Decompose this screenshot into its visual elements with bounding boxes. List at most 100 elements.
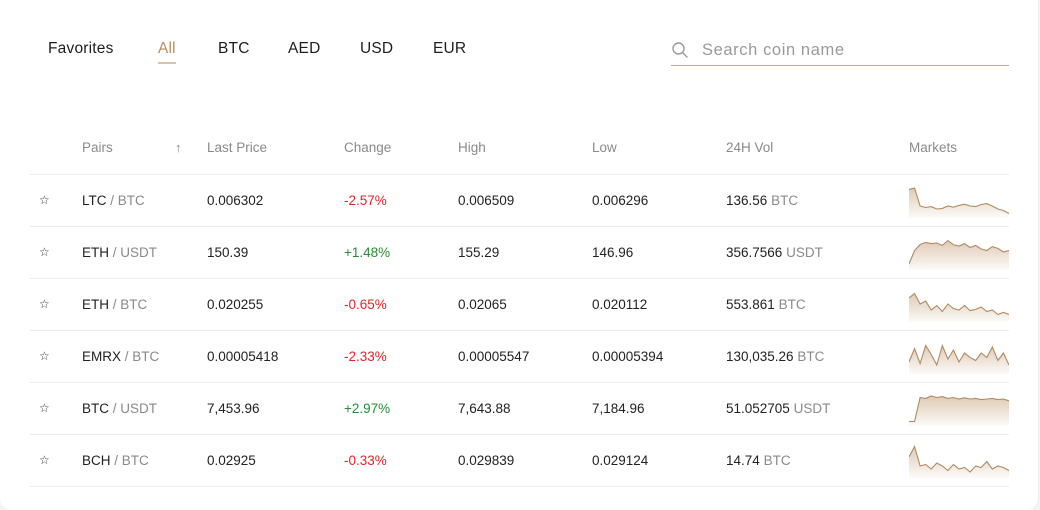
low-price: 0.029124: [592, 453, 649, 468]
market-sparkline: [909, 395, 1009, 426]
volume-value: 136.56: [726, 193, 768, 208]
header-change[interactable]: Change: [344, 140, 391, 155]
market-sparkline: [909, 187, 1009, 218]
sparkline-area: [909, 446, 1009, 478]
volume-unit: BTC: [797, 349, 825, 364]
volume-unit: BTC: [771, 193, 799, 208]
volume-value: 130,035.26: [726, 349, 794, 364]
tab-favorites[interactable]: Favorites: [48, 40, 114, 58]
pair-base: ETH: [82, 297, 109, 312]
favorite-star-icon[interactable]: ☆: [39, 297, 50, 311]
market-sparkline: [909, 343, 1009, 374]
volume-unit: BTC: [763, 453, 791, 468]
high-price: 0.029839: [458, 453, 515, 468]
market-sparkline: [909, 445, 1009, 478]
pair-quote: USDT: [120, 245, 158, 260]
pair-quote: BTC: [120, 297, 148, 312]
low-price: 0.006296: [592, 193, 649, 208]
table-header: Pairs ↑ Last Price Change High Low 24H V…: [30, 123, 1009, 175]
volume-cell: 14.74 BTC: [726, 453, 791, 468]
high-price: 0.006509: [458, 193, 515, 208]
header-markets: Markets: [909, 140, 958, 155]
table-row[interactable]: ☆ EMRX / BTC 0.00005418 -2.33% 0.00005547 0.0…: [30, 331, 1009, 383]
change-percent: -0.65%: [344, 297, 387, 312]
favorite-star-icon[interactable]: ☆: [39, 193, 50, 207]
pair-base: EMRX: [82, 349, 122, 364]
pair-base: BCH: [82, 453, 111, 468]
markets-card: Favorites All BTC AED USD EUR Pairs ↑ La…: [0, 0, 1039, 510]
pair-quote: USDT: [120, 401, 158, 416]
high-price: 155.29: [458, 245, 500, 260]
search-box: [671, 38, 1009, 66]
pair-cell: LTC / BTC: [82, 193, 145, 208]
header-low[interactable]: Low: [592, 140, 617, 155]
markets-table: Pairs ↑ Last Price Change High Low 24H V…: [30, 123, 1009, 487]
tab-all[interactable]: All: [158, 40, 176, 64]
pair-quote: BTC: [117, 193, 145, 208]
volume-cell: 356.7566 USDT: [726, 245, 823, 260]
header-high[interactable]: High: [458, 140, 486, 155]
sort-arrow-up-icon[interactable]: ↑: [175, 140, 182, 155]
low-price: 146.96: [592, 245, 634, 260]
search-icon: [672, 42, 688, 58]
sparkline-area: [909, 240, 1009, 270]
high-price: 0.00005547: [458, 349, 530, 364]
pair-cell: BCH / BTC: [82, 453, 149, 468]
sparkline-area: [909, 293, 1009, 322]
header-24h-vol[interactable]: 24H Vol: [726, 140, 773, 155]
low-price: 7,184.96: [592, 401, 645, 416]
volume-cell: 553.861 BTC: [726, 297, 806, 312]
pair-separator: /: [121, 349, 133, 364]
table-row[interactable]: ☆ BTC / USDT 7,453.96 +2.97% 7,643.88 7,184.9…: [30, 383, 1009, 435]
low-price: 0.020112: [592, 297, 648, 312]
pair-cell: EMRX / BTC: [82, 349, 159, 364]
last-price: 150.39: [207, 245, 249, 260]
change-percent: -0.33%: [344, 453, 387, 468]
pair-separator: /: [106, 193, 118, 208]
sparkline-area: [909, 396, 1009, 426]
market-sparkline: [909, 239, 1009, 270]
header-last-price[interactable]: Last Price: [207, 140, 267, 155]
table-row[interactable]: ☆ ETH / BTC 0.020255 -0.65% 0.02065 0.020112 5…: [30, 279, 1009, 331]
table-row[interactable]: ☆ BCH / BTC 0.02925 -0.33% 0.029839 0.029124 1…: [30, 435, 1009, 487]
pair-base: ETH: [82, 245, 109, 260]
table-row[interactable]: ☆ LTC / BTC 0.006302 -2.57% 0.006509 0.006296…: [30, 175, 1009, 227]
pair-quote: BTC: [121, 453, 149, 468]
high-price: 0.02065: [458, 297, 507, 312]
tab-usd[interactable]: USD: [360, 40, 393, 58]
pair-cell: ETH / USDT: [82, 245, 157, 260]
change-percent: -2.33%: [344, 349, 387, 364]
pair-quote: BTC: [132, 349, 160, 364]
header-pairs[interactable]: Pairs: [82, 140, 113, 155]
tab-aed[interactable]: AED: [288, 40, 320, 58]
tab-btc[interactable]: BTC: [218, 40, 250, 58]
last-price: 7,453.96: [207, 401, 260, 416]
favorite-star-icon[interactable]: ☆: [39, 349, 50, 363]
pair-separator: /: [109, 297, 121, 312]
table-row[interactable]: ☆ ETH / USDT 150.39 +1.48% 155.29 146.96 356.7…: [30, 227, 1009, 279]
last-price: 0.006302: [207, 193, 264, 208]
last-price: 0.02925: [207, 453, 256, 468]
pair-cell: ETH / BTC: [82, 297, 147, 312]
sparkline-area: [909, 188, 1009, 218]
favorite-star-icon[interactable]: ☆: [39, 453, 50, 467]
tab-eur[interactable]: EUR: [433, 40, 466, 58]
favorite-star-icon[interactable]: ☆: [39, 401, 50, 415]
market-sparkline: [909, 292, 1009, 322]
volume-value: 553.861: [726, 297, 775, 312]
pair-base: LTC: [82, 193, 107, 208]
last-price: 0.00005418: [207, 349, 279, 364]
pair-cell: BTC / USDT: [82, 401, 157, 416]
volume-value: 14.74: [726, 453, 760, 468]
change-percent: -2.57%: [344, 193, 387, 208]
volume-cell: 51.052705 USDT: [726, 401, 830, 416]
pair-separator: /: [110, 453, 122, 468]
table-body: ☆ LTC / BTC 0.006302 -2.57% 0.006509 0.006296…: [30, 175, 1009, 487]
last-price: 0.020255: [207, 297, 264, 312]
search-input[interactable]: [702, 38, 1002, 62]
low-price: 0.00005394: [592, 349, 664, 364]
volume-unit: BTC: [778, 297, 806, 312]
volume-unit: USDT: [793, 401, 831, 416]
favorite-star-icon[interactable]: ☆: [39, 245, 50, 259]
pair-base: BTC: [82, 401, 109, 416]
